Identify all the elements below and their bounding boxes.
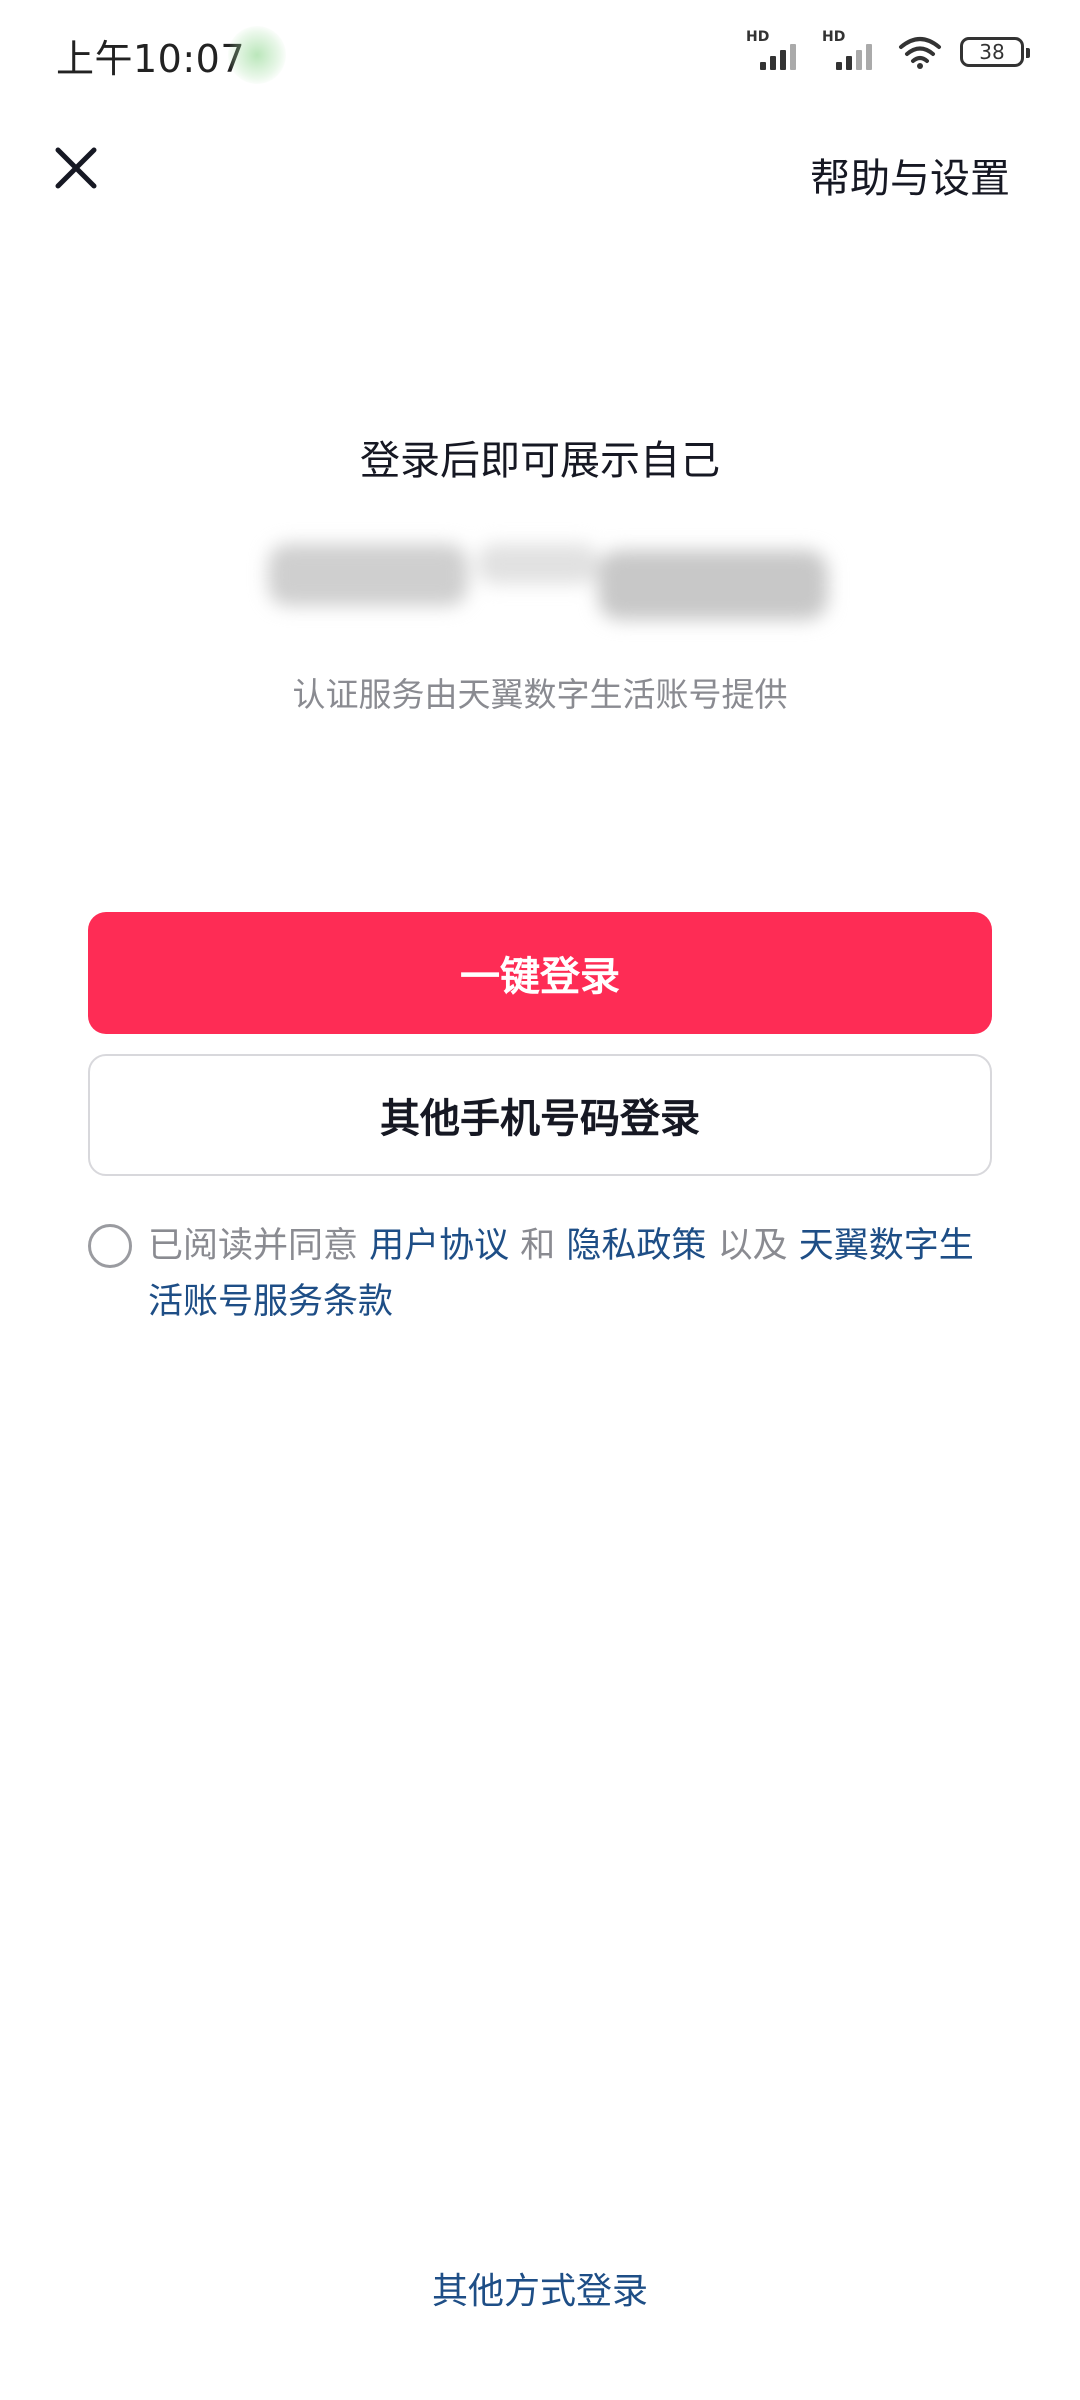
agreement-also: 以及 xyxy=(706,1226,799,1266)
one-click-login-button[interactable]: 一键登录 xyxy=(88,912,992,1034)
cellular-signal-1-icon: HD xyxy=(746,30,804,74)
agreement-checkbox[interactable] xyxy=(88,1224,132,1268)
status-indicators: HD HD 38 xyxy=(746,30,1030,74)
page-title: 登录后即可展示自己 xyxy=(360,438,720,484)
privacy-policy-link[interactable]: 隐私政策 xyxy=(566,1226,706,1266)
help-settings-link[interactable]: 帮助与设置 xyxy=(810,146,1010,204)
wifi-icon xyxy=(899,37,941,69)
close-icon xyxy=(55,147,97,189)
hd-label-2: HD xyxy=(822,29,846,45)
notification-dot-icon xyxy=(228,26,286,84)
other-phone-login-button[interactable]: 其他手机号码登录 xyxy=(88,1054,992,1176)
provider-text: 认证服务由天翼数字生活账号提供 xyxy=(292,675,788,714)
agreement-prefix: 已阅读并同意 xyxy=(148,1226,370,1266)
other-methods-login-link[interactable]: 其他方式登录 xyxy=(0,2262,1080,2314)
agreement-text: 已阅读并同意 用户协议 和 隐私政策 以及 天翼数字生活账号服务条款 xyxy=(148,1218,1008,1330)
close-button[interactable] xyxy=(48,140,104,196)
battery-level: 38 xyxy=(979,40,1005,64)
user-agreement-link[interactable]: 用户协议 xyxy=(369,1226,509,1266)
status-time: 上午10:07 xyxy=(56,37,246,81)
masked-phone-number xyxy=(258,520,834,632)
battery-icon: 38 xyxy=(960,37,1030,67)
cellular-signal-2-icon: HD xyxy=(822,30,880,74)
status-bar: 上午10:07 HD HD 38 xyxy=(0,0,1080,104)
agreement-and: 和 xyxy=(509,1226,567,1266)
hd-label-1: HD xyxy=(746,29,770,45)
